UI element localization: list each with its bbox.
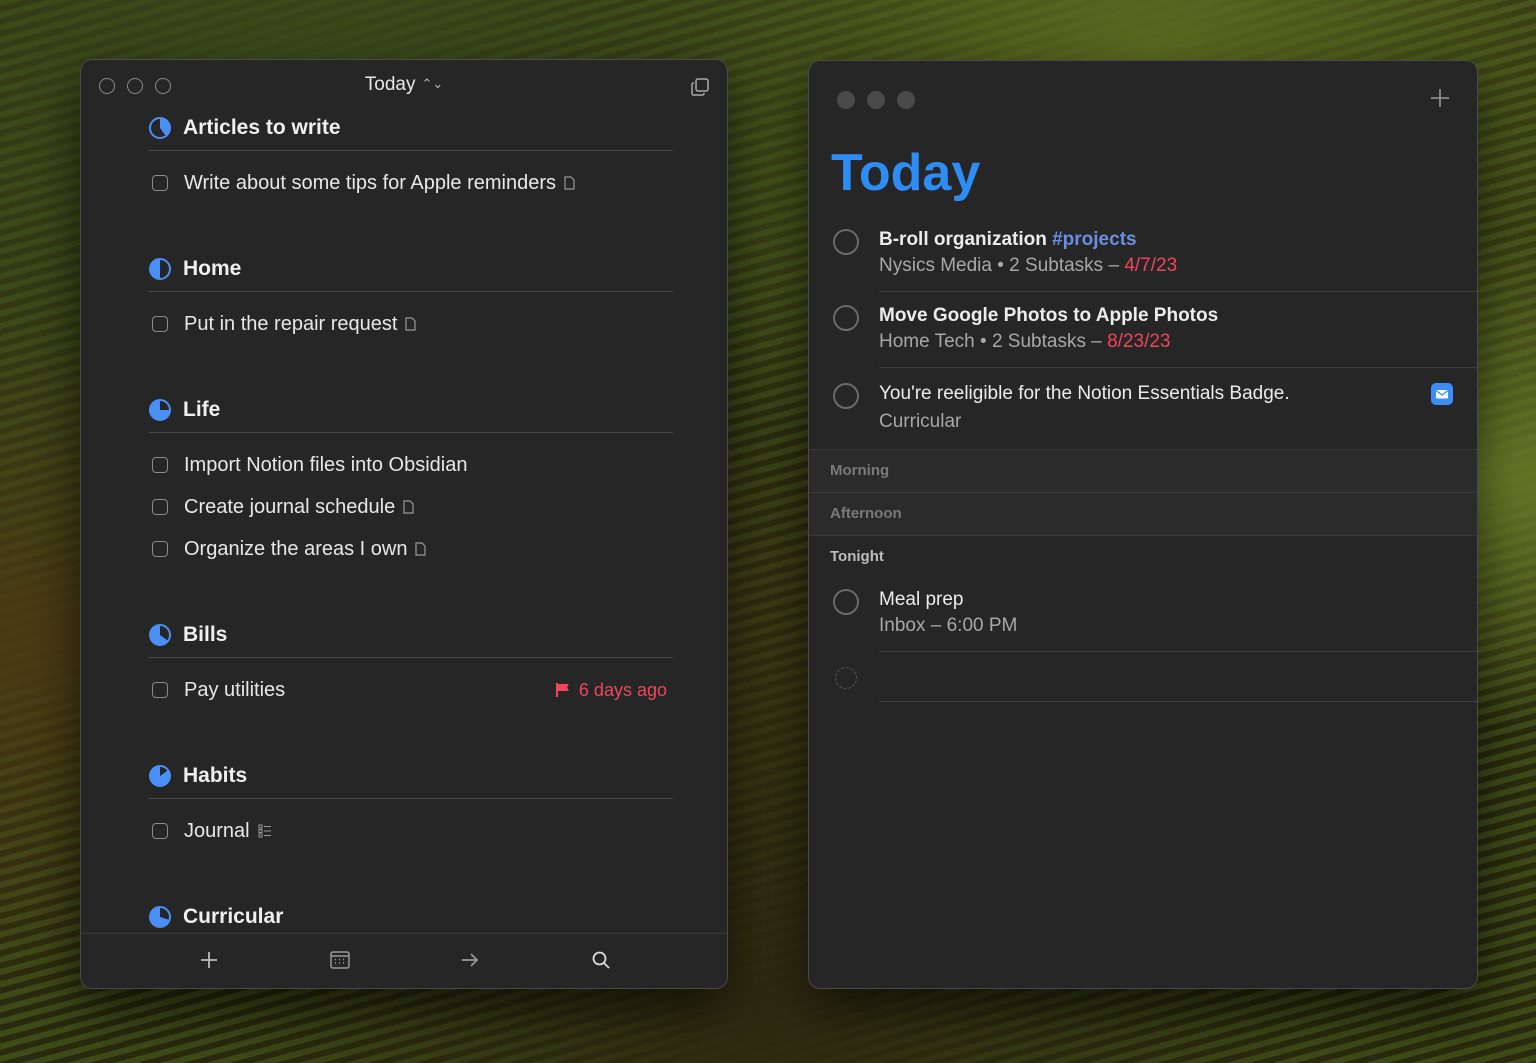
band-tonight[interactable]: Tonight [809,535,1477,578]
item-label: Create journal schedule [184,495,396,518]
task-meta: Nysics Media • 2 Subtasks – 4/7/23 [879,255,1177,277]
item-label: Pay utilities [184,678,286,701]
progress-pie-icon [149,258,171,280]
chevron-up-down-icon: ⌃⌄ [421,76,444,91]
section-title: Life [183,398,221,421]
section-habits: Habits Journal [149,758,673,852]
list-item[interactable]: Journal [149,810,673,852]
checklist-icon [258,824,271,838]
section-header[interactable]: Articles to write [149,110,673,151]
checkbox[interactable] [152,316,168,332]
section-title: Habits [183,764,248,787]
note-icon [564,176,575,190]
close-button[interactable] [837,91,855,109]
task-deadline: 8/23/23 [1107,331,1171,352]
task-meta-text: Home Tech • 2 Subtasks – [879,331,1108,352]
section-articles: Articles to write Write about some tips … [149,110,673,204]
copy-window-icon[interactable] [691,78,709,96]
mail-icon[interactable] [1431,383,1453,405]
task-title: B-roll organization #projects [879,229,1137,251]
section-bills: Bills Pay utilities 6 days ago [149,617,673,711]
divider [879,701,1477,702]
task-meta: Curricular [879,411,962,432]
item-label: Organize the areas I own [184,537,408,560]
progress-pie-icon [149,399,171,421]
divider [879,367,1477,368]
note-icon [415,542,427,556]
minimize-button[interactable] [867,91,885,109]
band-label: Tonight [830,548,884,565]
section-title: Articles to write [183,116,341,139]
note-icon [405,317,417,331]
band-afternoon[interactable]: Afternoon [809,492,1477,536]
progress-pie-icon [149,624,171,646]
task-checkbox[interactable] [833,229,859,255]
section-title: Bills [183,623,228,646]
section-life: Life Import Notion files into Obsidian C… [149,392,673,570]
checkbox[interactable] [152,175,168,191]
window-controls [837,91,915,109]
list-item[interactable]: Import Notion files into Obsidian [149,444,673,486]
checkbox[interactable] [152,823,168,839]
task-title: You're reeligible for the Notion Essenti… [879,383,1290,404]
plus-icon[interactable] [198,949,220,971]
item-label: Write about some tips for Apple reminder… [184,171,557,194]
overdue-flag: 6 days ago [555,680,667,701]
checkbox[interactable] [152,457,168,473]
list-item[interactable]: Pay utilities 6 days ago [149,669,673,711]
band-label: Afternoon [830,505,902,522]
band-label: Morning [830,462,890,479]
task-checkbox[interactable] [833,305,859,331]
item-label: Journal [184,819,250,842]
new-task-placeholder-icon[interactable] [835,667,857,689]
list-item[interactable]: Write about some tips for Apple reminder… [149,162,673,204]
task-checkbox[interactable] [833,589,859,615]
divider [879,651,1477,652]
arrow-right-icon[interactable] [459,949,481,971]
task-tag[interactable]: #projects [1052,229,1136,250]
task-title: Move Google Photos to Apple Photos [879,305,1219,326]
things-window: Today B-roll organization #projects Nysi… [808,60,1478,989]
progress-pie-icon [149,765,171,787]
item-label: Import Notion files into Obsidian [184,453,468,476]
page-title: Today [831,144,981,202]
view-title: Today [364,74,416,95]
task-meta-text: Nysics Media • 2 Subtasks – [879,255,1125,276]
zoom-button[interactable] [897,91,915,109]
task-meta: Inbox – 6:00 PM [879,615,1018,636]
task-meta: Home Tech • 2 Subtasks – 8/23/23 [879,331,1171,353]
section-title: Home [183,257,242,280]
item-label: Put in the repair request [184,312,398,335]
task-title-text: B-roll organization [879,229,1047,250]
divider [879,291,1477,292]
note-icon [403,500,414,514]
section-title: Curricular [183,905,284,928]
reminders-window: Today ⌃⌄ Articles to write Write about so… [80,59,728,989]
task-deadline: 4/7/23 [1124,255,1178,276]
checkbox[interactable] [152,499,168,515]
progress-pie-icon [149,117,171,139]
section-header[interactable]: Home [149,251,673,292]
plus-icon[interactable] [1429,87,1451,109]
search-icon[interactable] [590,949,612,971]
checkbox[interactable] [152,541,168,557]
section-home: Home Put in the repair request [149,251,673,345]
list-item[interactable]: Organize the areas I own [149,528,673,570]
list-item[interactable]: Put in the repair request [149,303,673,345]
checkbox[interactable] [152,682,168,698]
task-title: Meal prep [879,589,964,610]
section-header[interactable]: Life [149,392,673,433]
view-selector[interactable]: Today ⌃⌄ [81,74,727,96]
band-morning[interactable]: Morning [809,449,1477,493]
progress-pie-icon [149,906,171,928]
section-header[interactable]: Bills [149,617,673,658]
flag-icon [555,683,569,697]
bottom-toolbar [81,933,727,988]
calendar-icon[interactable] [329,949,351,971]
section-header[interactable]: Habits [149,758,673,799]
task-checkbox[interactable] [833,383,859,409]
list-item[interactable]: Create journal schedule [149,486,673,528]
flag-label: 6 days ago [578,679,667,700]
